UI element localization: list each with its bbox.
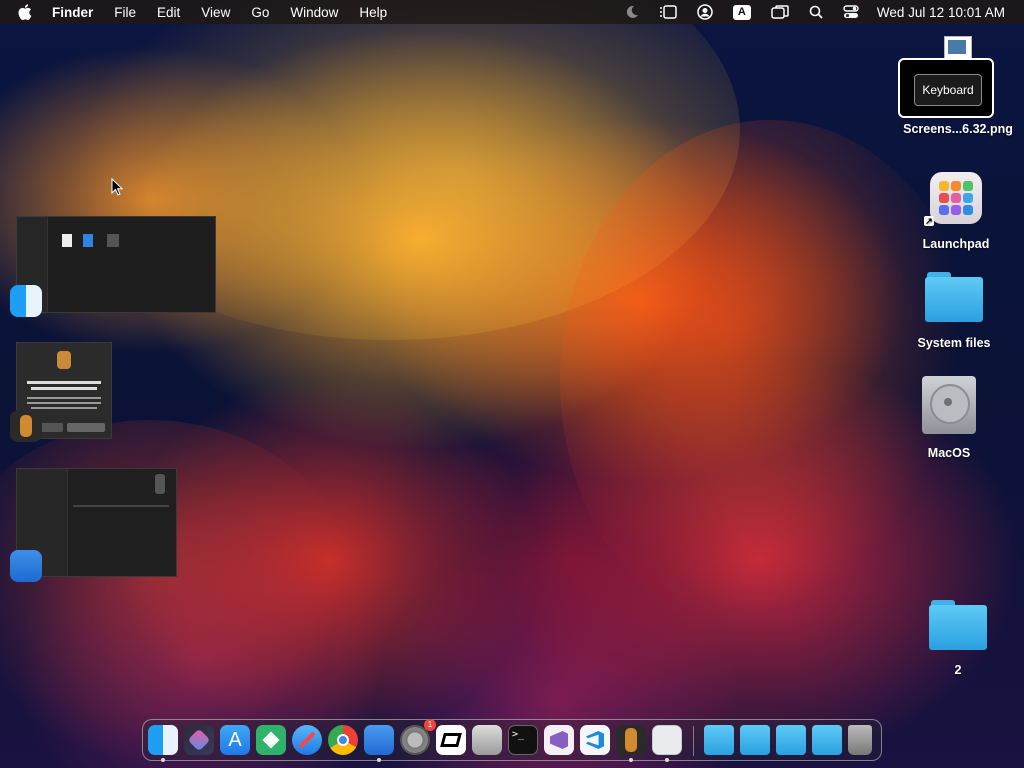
dock-preview-icon[interactable] xyxy=(652,725,682,755)
alias-arrow-icon: ↗ xyxy=(924,216,934,226)
guitar-icon xyxy=(57,351,71,369)
moon-icon[interactable] xyxy=(625,5,639,19)
folder-icon xyxy=(925,272,983,322)
document-icon xyxy=(83,234,93,247)
dock-terminal-icon[interactable]: >_ xyxy=(508,725,538,755)
desktop-folder-system-files[interactable]: System files xyxy=(912,272,996,350)
dock-visual-studio-icon[interactable] xyxy=(544,725,574,755)
desktop-launchpad[interactable]: ↗ Launchpad xyxy=(918,172,994,251)
garageband-app-icon xyxy=(10,410,42,442)
dock-trash-icon[interactable] xyxy=(848,725,872,755)
dock-garageband-icon[interactable] xyxy=(616,725,646,755)
xcode-app-icon xyxy=(10,550,42,582)
desktop-wallpaper xyxy=(0,0,1024,768)
input-source-badge: A xyxy=(732,4,751,20)
menu-go[interactable]: Go xyxy=(251,5,269,20)
menu-help[interactable]: Help xyxy=(359,5,387,20)
running-indicator xyxy=(665,758,669,762)
dock-downloads-folder-icon[interactable] xyxy=(704,725,734,755)
menu-bar: Finder File Edit View Go Window Help A W… xyxy=(0,0,1024,24)
launchpad-icon: ↗ xyxy=(924,172,982,226)
folder-2-label: 2 xyxy=(954,663,962,677)
image-file-icon xyxy=(107,234,119,247)
system-files-label: System files xyxy=(917,336,991,350)
dock-documents-folder-icon[interactable] xyxy=(740,725,770,755)
dock-separator xyxy=(693,726,694,756)
status-area: A Wed Jul 12 10:01 AM xyxy=(605,0,1024,24)
menu-view[interactable]: View xyxy=(201,5,230,20)
folder-icon xyxy=(929,600,987,650)
dock-xcode-icon[interactable] xyxy=(364,725,394,755)
launchpad-label: Launchpad xyxy=(922,237,990,251)
dock-utilities-icon[interactable] xyxy=(472,725,502,755)
dock-app-store-icon[interactable]: A xyxy=(220,725,250,755)
menu-app-name[interactable]: Finder xyxy=(52,5,93,20)
notification-badge: 1 xyxy=(424,719,436,731)
user-account-icon[interactable] xyxy=(697,4,713,20)
screenshot-file-label: Screens...6.32.png xyxy=(903,122,1013,136)
mouse-cursor-icon xyxy=(111,177,124,201)
document-icon xyxy=(62,234,72,247)
dock-keystroke-icon[interactable] xyxy=(256,725,286,755)
spotlight-search-icon[interactable] xyxy=(809,5,823,19)
apple-menu-icon[interactable] xyxy=(18,4,34,20)
desktop-macos-drive[interactable]: MacOS xyxy=(916,376,982,460)
dock-folder-icon[interactable] xyxy=(812,725,842,755)
desktop-folder-2[interactable]: 2 xyxy=(928,600,988,677)
dock-applications-folder-icon[interactable] xyxy=(776,725,806,755)
screen-mirroring-icon[interactable] xyxy=(771,5,789,19)
menu-edit[interactable]: Edit xyxy=(157,5,180,20)
finder-window-thumbnail[interactable] xyxy=(16,216,216,313)
menu-window[interactable]: Window xyxy=(290,5,338,20)
macos-drive-label: MacOS xyxy=(927,446,971,460)
input-source-icon[interactable]: A xyxy=(732,4,751,20)
keyboard-button[interactable]: Keyboard xyxy=(914,74,982,106)
running-indicator xyxy=(161,758,165,762)
dock-finder-icon[interactable] xyxy=(148,725,178,755)
stage-manager-icon[interactable] xyxy=(659,5,677,19)
running-indicator xyxy=(377,758,381,762)
menu-file[interactable]: File xyxy=(114,5,136,20)
dock: A 1 >_ xyxy=(142,719,882,762)
dock-shortcuts-icon[interactable] xyxy=(184,725,214,755)
dock-safari-icon[interactable] xyxy=(292,725,322,755)
running-indicator xyxy=(629,758,633,762)
finder-app-icon xyxy=(10,285,42,317)
keyboard-overlay: Keyboard xyxy=(898,58,994,118)
dock-system-settings-icon[interactable]: 1 xyxy=(400,719,436,755)
dock-capcut-icon[interactable] xyxy=(436,725,466,755)
control-center-icon[interactable] xyxy=(843,5,859,19)
dock-vscode-icon[interactable] xyxy=(580,725,610,755)
menu-clock[interactable]: Wed Jul 12 10:01 AM xyxy=(877,5,1005,20)
hard-drive-icon xyxy=(922,376,976,434)
dock-chrome-icon[interactable] xyxy=(328,725,358,755)
image-file-icon xyxy=(944,36,972,60)
